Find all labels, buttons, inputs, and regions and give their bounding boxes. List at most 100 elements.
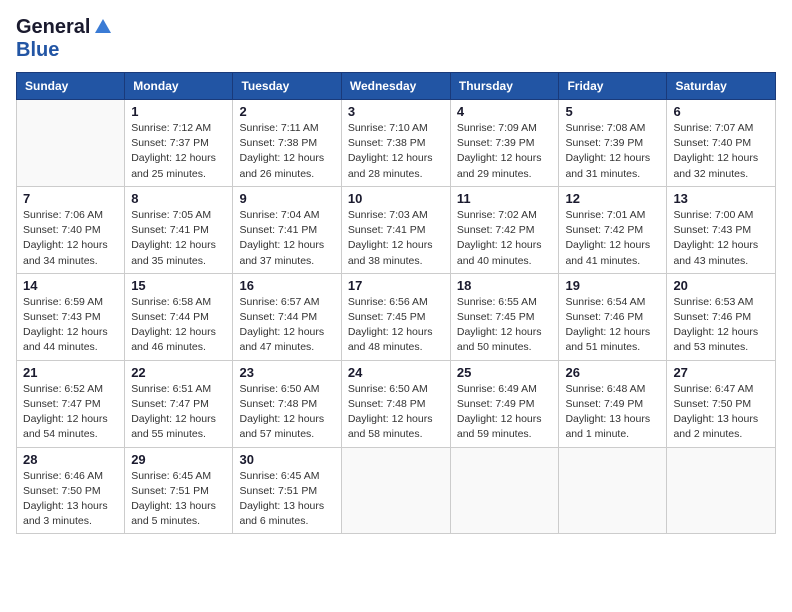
day-info: Sunrise: 7:06 AM Sunset: 7:40 PM Dayligh…	[23, 208, 118, 269]
calendar-cell: 15 Sunrise: 6:58 AM Sunset: 7:44 PM Dayli…	[125, 273, 233, 360]
calendar-cell: 19 Sunrise: 6:54 AM Sunset: 7:46 PM Dayli…	[559, 273, 667, 360]
day-info: Sunrise: 6:54 AM Sunset: 7:46 PM Dayligh…	[565, 295, 660, 356]
calendar-table: SundayMondayTuesdayWednesdayThursdayFrid…	[16, 72, 776, 534]
day-info: Sunrise: 6:53 AM Sunset: 7:46 PM Dayligh…	[673, 295, 769, 356]
day-number: 22	[131, 365, 226, 380]
day-number: 20	[673, 278, 769, 293]
logo-triangle-icon	[95, 19, 111, 38]
calendar-cell: 11 Sunrise: 7:02 AM Sunset: 7:42 PM Dayli…	[450, 186, 559, 273]
day-info: Sunrise: 6:48 AM Sunset: 7:49 PM Dayligh…	[565, 382, 660, 443]
calendar-cell: 1 Sunrise: 7:12 AM Sunset: 7:37 PM Daylig…	[125, 100, 233, 187]
calendar-header-row: SundayMondayTuesdayWednesdayThursdayFrid…	[17, 73, 776, 100]
day-number: 25	[457, 365, 553, 380]
calendar-cell: 24 Sunrise: 6:50 AM Sunset: 7:48 PM Dayli…	[341, 360, 450, 447]
calendar-cell: 20 Sunrise: 6:53 AM Sunset: 7:46 PM Dayli…	[667, 273, 776, 360]
weekday-header: Friday	[559, 73, 667, 100]
calendar-cell	[341, 447, 450, 534]
header: General Blue	[16, 16, 776, 62]
calendar-cell: 10 Sunrise: 7:03 AM Sunset: 7:41 PM Dayli…	[341, 186, 450, 273]
day-number: 15	[131, 278, 226, 293]
day-number: 5	[565, 104, 660, 119]
day-info: Sunrise: 6:50 AM Sunset: 7:48 PM Dayligh…	[348, 382, 444, 443]
day-info: Sunrise: 6:52 AM Sunset: 7:47 PM Dayligh…	[23, 382, 118, 443]
day-info: Sunrise: 6:49 AM Sunset: 7:49 PM Dayligh…	[457, 382, 553, 443]
day-info: Sunrise: 6:59 AM Sunset: 7:43 PM Dayligh…	[23, 295, 118, 356]
day-number: 29	[131, 452, 226, 467]
day-number: 30	[239, 452, 334, 467]
calendar-cell: 27 Sunrise: 6:47 AM Sunset: 7:50 PM Dayli…	[667, 360, 776, 447]
calendar-cell	[667, 447, 776, 534]
calendar-cell: 9Sunrise: 7:04 AM Sunset: 7:41 PM Daylig…	[233, 186, 341, 273]
day-info: Sunrise: 7:03 AM Sunset: 7:41 PM Dayligh…	[348, 208, 444, 269]
calendar-week-row: 21 Sunrise: 6:52 AM Sunset: 7:47 PM Dayli…	[17, 360, 776, 447]
day-info: Sunrise: 7:05 AM Sunset: 7:41 PM Dayligh…	[131, 208, 226, 269]
day-info: Sunrise: 7:10 AM Sunset: 7:38 PM Dayligh…	[348, 121, 444, 182]
calendar-cell: 28Sunrise: 6:46 AM Sunset: 7:50 PM Dayli…	[17, 447, 125, 534]
calendar-cell: 23 Sunrise: 6:50 AM Sunset: 7:48 PM Dayli…	[233, 360, 341, 447]
day-info: Sunrise: 7:01 AM Sunset: 7:42 PM Dayligh…	[565, 208, 660, 269]
calendar-cell: 18 Sunrise: 6:55 AM Sunset: 7:45 PM Dayli…	[450, 273, 559, 360]
calendar-cell	[450, 447, 559, 534]
day-info: Sunrise: 6:50 AM Sunset: 7:48 PM Dayligh…	[239, 382, 334, 443]
calendar-week-row: 28Sunrise: 6:46 AM Sunset: 7:50 PM Dayli…	[17, 447, 776, 534]
day-info: Sunrise: 6:55 AM Sunset: 7:45 PM Dayligh…	[457, 295, 553, 356]
calendar-week-row: 1 Sunrise: 7:12 AM Sunset: 7:37 PM Daylig…	[17, 100, 776, 187]
calendar-cell: 3 Sunrise: 7:10 AM Sunset: 7:38 PM Daylig…	[341, 100, 450, 187]
calendar-cell: 29 Sunrise: 6:45 AM Sunset: 7:51 PM Dayli…	[125, 447, 233, 534]
day-info: Sunrise: 6:51 AM Sunset: 7:47 PM Dayligh…	[131, 382, 226, 443]
calendar-cell: 12 Sunrise: 7:01 AM Sunset: 7:42 PM Dayli…	[559, 186, 667, 273]
calendar-cell	[17, 100, 125, 187]
day-number: 11	[457, 191, 553, 206]
calendar-cell: 21 Sunrise: 6:52 AM Sunset: 7:47 PM Dayli…	[17, 360, 125, 447]
logo-general-text: General	[16, 16, 90, 39]
day-number: 13	[673, 191, 769, 206]
day-number: 2	[239, 104, 334, 119]
day-number: 7	[23, 191, 118, 206]
day-info: Sunrise: 6:58 AM Sunset: 7:44 PM Dayligh…	[131, 295, 226, 356]
day-number: 4	[457, 104, 553, 119]
day-number: 3	[348, 104, 444, 119]
calendar-week-row: 7 Sunrise: 7:06 AM Sunset: 7:40 PM Daylig…	[17, 186, 776, 273]
day-info: Sunrise: 7:12 AM Sunset: 7:37 PM Dayligh…	[131, 121, 226, 182]
calendar-cell: 6 Sunrise: 7:07 AM Sunset: 7:40 PM Daylig…	[667, 100, 776, 187]
day-info: Sunrise: 6:57 AM Sunset: 7:44 PM Dayligh…	[239, 295, 334, 356]
day-number: 23	[239, 365, 334, 380]
day-info: Sunrise: 7:09 AM Sunset: 7:39 PM Dayligh…	[457, 121, 553, 182]
calendar-cell: 25 Sunrise: 6:49 AM Sunset: 7:49 PM Dayli…	[450, 360, 559, 447]
day-number: 14	[23, 278, 118, 293]
calendar-cell: 14 Sunrise: 6:59 AM Sunset: 7:43 PM Dayli…	[17, 273, 125, 360]
day-info: Sunrise: 6:47 AM Sunset: 7:50 PM Dayligh…	[673, 382, 769, 443]
logo-blue-text: Blue	[16, 39, 59, 61]
day-info: Sunrise: 7:07 AM Sunset: 7:40 PM Dayligh…	[673, 121, 769, 182]
weekday-header: Saturday	[667, 73, 776, 100]
calendar-cell: 17 Sunrise: 6:56 AM Sunset: 7:45 PM Dayli…	[341, 273, 450, 360]
calendar-cell: 16Sunrise: 6:57 AM Sunset: 7:44 PM Dayli…	[233, 273, 341, 360]
weekday-header: Thursday	[450, 73, 559, 100]
day-info: Sunrise: 6:56 AM Sunset: 7:45 PM Dayligh…	[348, 295, 444, 356]
day-info: Sunrise: 6:45 AM Sunset: 7:51 PM Dayligh…	[131, 469, 226, 530]
day-number: 12	[565, 191, 660, 206]
day-number: 18	[457, 278, 553, 293]
weekday-header: Monday	[125, 73, 233, 100]
day-number: 21	[23, 365, 118, 380]
day-number: 10	[348, 191, 444, 206]
calendar-cell	[559, 447, 667, 534]
day-number: 24	[348, 365, 444, 380]
logo: General Blue	[16, 16, 111, 62]
day-number: 1	[131, 104, 226, 119]
calendar-cell: 8Sunrise: 7:05 AM Sunset: 7:41 PM Daylig…	[125, 186, 233, 273]
day-number: 6	[673, 104, 769, 119]
day-number: 19	[565, 278, 660, 293]
calendar-cell: 2Sunrise: 7:11 AM Sunset: 7:38 PM Daylig…	[233, 100, 341, 187]
day-info: Sunrise: 7:02 AM Sunset: 7:42 PM Dayligh…	[457, 208, 553, 269]
day-number: 27	[673, 365, 769, 380]
calendar-cell: 7 Sunrise: 7:06 AM Sunset: 7:40 PM Daylig…	[17, 186, 125, 273]
calendar-cell: 4 Sunrise: 7:09 AM Sunset: 7:39 PM Daylig…	[450, 100, 559, 187]
day-info: Sunrise: 7:00 AM Sunset: 7:43 PM Dayligh…	[673, 208, 769, 269]
day-number: 17	[348, 278, 444, 293]
calendar-cell: 22 Sunrise: 6:51 AM Sunset: 7:47 PM Dayli…	[125, 360, 233, 447]
calendar-week-row: 14 Sunrise: 6:59 AM Sunset: 7:43 PM Dayli…	[17, 273, 776, 360]
calendar-cell: 30Sunrise: 6:45 AM Sunset: 7:51 PM Dayli…	[233, 447, 341, 534]
day-info: Sunrise: 6:46 AM Sunset: 7:50 PM Dayligh…	[23, 469, 118, 530]
calendar-cell: 13 Sunrise: 7:00 AM Sunset: 7:43 PM Dayli…	[667, 186, 776, 273]
